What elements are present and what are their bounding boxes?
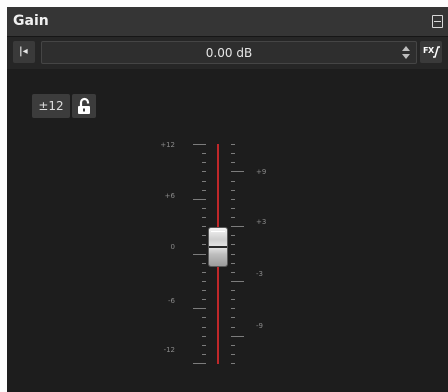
handle-grip [209,246,227,248]
scale-label-right: +9 [256,168,267,176]
scale-label-right: -3 [256,270,263,278]
scale-label-left: -6 [168,297,175,305]
scale-label-right: +3 [256,218,267,226]
scale-label-left: +12 [160,141,175,149]
gain-panel: Gain |◂ 0.00 dB FX ±12 +12 +6 0 -6 -12 +… [7,7,448,392]
handle-highlight [211,231,225,232]
scale-label-left: +6 [164,192,175,200]
fader-handle[interactable] [209,228,227,266]
right-tick-marks [231,144,244,364]
fader-meter: +12 +6 0 -6 -12 +9 +3 -3 -9 [7,7,448,392]
scale-label-right: -9 [256,322,263,330]
left-tick-marks [193,144,206,364]
scale-label-left: 0 [170,243,175,251]
scale-label-left: -12 [163,346,175,354]
fader-scale [193,144,244,364]
